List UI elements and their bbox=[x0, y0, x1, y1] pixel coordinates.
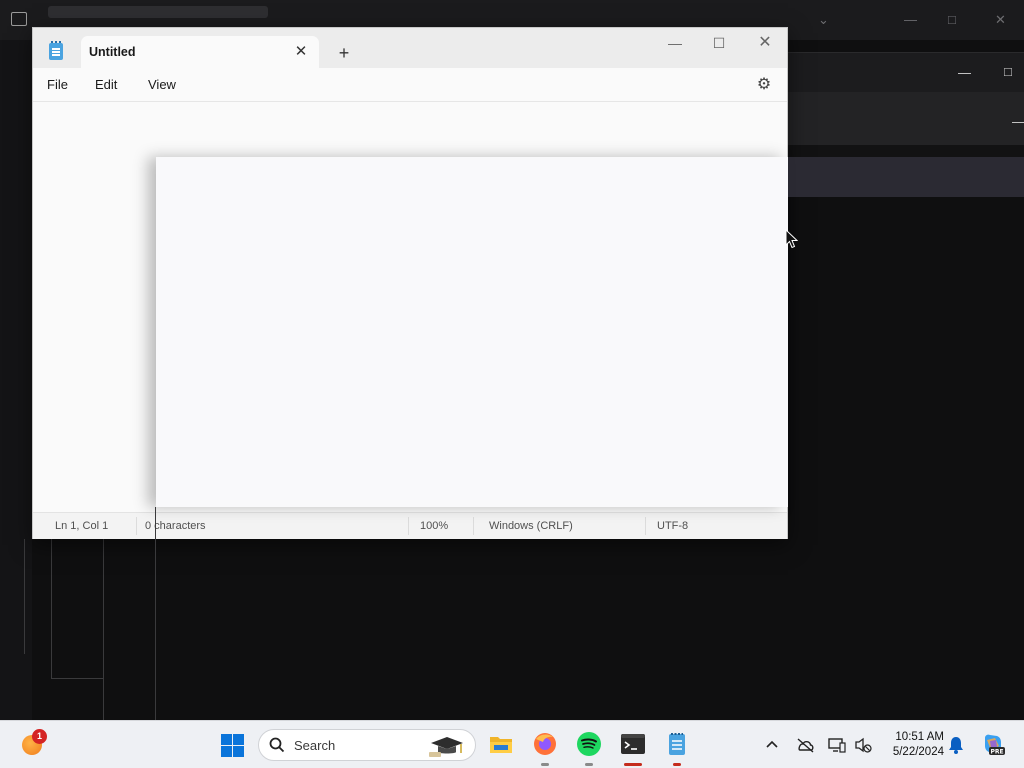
browser-window-edge bbox=[155, 507, 156, 720]
taskbar-search-box[interactable]: Search bbox=[258, 729, 476, 761]
background-window-border bbox=[103, 539, 104, 720]
zoom-level[interactable]: 100% bbox=[420, 520, 448, 532]
minimize-icon[interactable]: — bbox=[1012, 114, 1024, 129]
notepad-icon[interactable] bbox=[664, 731, 690, 757]
encoding[interactable]: UTF-8 bbox=[657, 520, 688, 532]
cursor-position: Ln 1, Col 1 bbox=[55, 520, 109, 532]
notification-bell-icon[interactable] bbox=[948, 736, 964, 754]
notification-badge: 1 bbox=[32, 729, 47, 744]
search-placeholder: Search bbox=[294, 738, 336, 753]
running-indicator bbox=[585, 763, 593, 766]
windows-logo-pane bbox=[233, 746, 244, 757]
background-window-edge bbox=[0, 40, 32, 720]
status-divider bbox=[136, 517, 137, 535]
line-ending[interactable]: Windows (CRLF) bbox=[489, 520, 573, 532]
new-tab-button[interactable]: + bbox=[333, 42, 355, 64]
volume-muted-icon[interactable] bbox=[854, 736, 872, 754]
settings-gear-icon[interactable]: ⚙ bbox=[755, 76, 773, 94]
running-indicator bbox=[541, 763, 549, 766]
background-window-border bbox=[51, 539, 103, 679]
tab-title: Untitled bbox=[89, 45, 136, 59]
status-bar: Ln 1, Col 1 0 characters 100% Windows (C… bbox=[33, 512, 787, 539]
background-window-toolbar: — bbox=[788, 92, 1024, 145]
windows-logo-pane bbox=[221, 746, 232, 757]
clock-date: 5/22/2024 bbox=[892, 746, 944, 758]
restore-icon[interactable]: □ bbox=[948, 12, 956, 27]
background-window-border bbox=[24, 539, 25, 654]
active-indicator bbox=[624, 763, 642, 766]
onedrive-offline-icon[interactable] bbox=[795, 737, 815, 753]
menu-edit[interactable]: Edit bbox=[95, 77, 117, 92]
minimize-icon[interactable]: — bbox=[904, 12, 917, 27]
background-window-titlebar-right: — □ bbox=[788, 52, 1024, 92]
mouse-cursor-icon bbox=[785, 229, 798, 249]
clock-time: 10:51 AM bbox=[895, 731, 944, 743]
windows-logo-pane bbox=[233, 734, 244, 745]
menu-file[interactable]: File bbox=[47, 77, 68, 92]
minimize-icon[interactable]: — bbox=[958, 65, 971, 80]
status-divider bbox=[645, 517, 646, 535]
status-divider bbox=[408, 517, 409, 535]
search-icon bbox=[269, 737, 285, 753]
start-button[interactable] bbox=[221, 734, 244, 757]
blurred-title bbox=[48, 6, 268, 18]
chevron-down-icon[interactable]: ⌄ bbox=[818, 12, 829, 28]
running-indicator bbox=[673, 763, 681, 766]
taskbar: 1 Search 10:51 AM 5/22/2024 PRE bbox=[0, 720, 1024, 768]
tab-close-icon[interactable]: ✕ bbox=[291, 42, 311, 62]
notepad-app-icon bbox=[49, 41, 63, 60]
system-clock[interactable]: 10:51 AM 5/22/2024 bbox=[882, 730, 944, 760]
minimize-button[interactable]: — bbox=[660, 32, 690, 54]
spotify-icon[interactable] bbox=[576, 731, 602, 757]
notepad-titlebar[interactable]: Untitled ✕ + — ☐ ✕ bbox=[33, 28, 787, 68]
maximize-button[interactable]: ☐ bbox=[704, 32, 734, 54]
firefox-icon[interactable] bbox=[532, 731, 558, 757]
close-button[interactable]: ✕ bbox=[750, 32, 780, 54]
maximize-icon[interactable]: □ bbox=[1004, 64, 1012, 79]
background-window-strip bbox=[788, 145, 1024, 157]
status-divider bbox=[473, 517, 474, 535]
task-view-icon[interactable] bbox=[11, 12, 27, 26]
tab-untitled[interactable]: Untitled ✕ bbox=[81, 36, 319, 68]
svg-text:PRE: PRE bbox=[990, 749, 1003, 756]
browser-content-area[interactable] bbox=[156, 157, 788, 507]
menu-view[interactable]: View bbox=[148, 77, 176, 92]
file-explorer-icon[interactable] bbox=[488, 731, 514, 757]
show-hidden-icons-chevron-icon[interactable] bbox=[765, 739, 779, 749]
graduation-cap-icon bbox=[429, 737, 463, 757]
close-icon[interactable]: ✕ bbox=[995, 12, 1006, 28]
windows-logo-icon bbox=[221, 734, 232, 745]
terminal-icon[interactable] bbox=[620, 731, 646, 757]
copilot-icon[interactable]: PRE bbox=[981, 732, 1005, 756]
menu-bar: File Edit View ⚙ bbox=[33, 68, 787, 102]
network-icon[interactable] bbox=[828, 736, 846, 754]
